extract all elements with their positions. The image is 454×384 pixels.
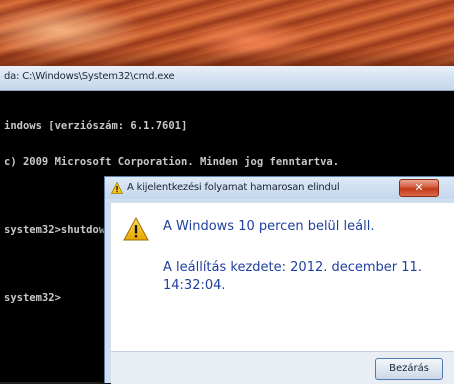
warning-icon xyxy=(111,182,123,194)
close-button[interactable]: ✕ xyxy=(399,179,439,197)
close-icon: ✕ xyxy=(414,181,424,194)
close-dialog-button[interactable]: Bezárás xyxy=(375,358,443,380)
dialog-title: A kijelentkezési folyamat hamarosan elin… xyxy=(127,182,340,193)
console-line: indows [verziószám: 6.1.7601] xyxy=(4,120,188,132)
dialog-titlebar[interactable]: A kijelentkezési folyamat hamarosan elin… xyxy=(105,177,454,199)
shutdown-warning-dialog[interactable]: A kijelentkezési folyamat hamarosan elin… xyxy=(104,176,454,384)
warning-icon xyxy=(123,217,149,241)
dialog-content: A Windows 10 percen belül leáll. A leáll… xyxy=(111,203,454,351)
cmd-window-title: da: C:\Windows\System32\cmd.exe xyxy=(4,71,175,82)
console-line: c) 2009 Microsoft Corporation. Minden jo… xyxy=(4,156,340,168)
dialog-footer: Bezárás xyxy=(111,351,454,384)
shutdown-message: A Windows 10 percen belül leáll. xyxy=(163,219,375,234)
cmd-titlebar[interactable]: da: C:\Windows\System32\cmd.exe xyxy=(0,66,454,91)
shutdown-time-message: A leállítás kezdete: 2012. december 11. … xyxy=(163,260,422,293)
desktop-wallpaper xyxy=(0,0,454,66)
